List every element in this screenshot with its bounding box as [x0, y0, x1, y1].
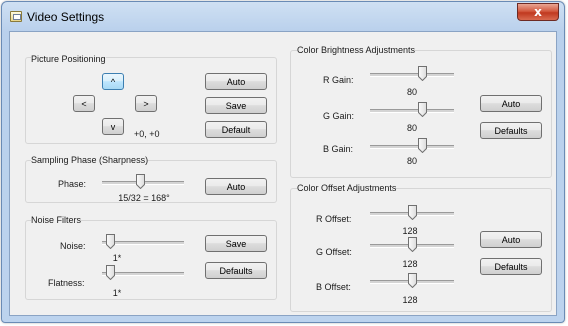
close-icon: x — [534, 5, 542, 19]
noise-label: Noise: — [60, 241, 86, 251]
move-right-button[interactable]: > — [135, 95, 157, 112]
b-gain-slider-thumb[interactable] — [417, 138, 427, 153]
picture-positioning-title: Picture Positioning — [31, 54, 106, 64]
noise-filters-group — [25, 220, 277, 300]
r-gain-slider-thumb[interactable] — [417, 66, 427, 81]
move-up-button[interactable]: ^ — [102, 73, 124, 90]
move-left-button[interactable]: < — [73, 95, 95, 112]
g-gain-label: G Gain: — [323, 111, 355, 121]
phase-auto-button[interactable]: Auto — [205, 178, 267, 195]
phase-label: Phase: — [58, 179, 87, 189]
noise-defaults-button[interactable]: Defaults — [205, 262, 267, 279]
g-gain-value: 80 — [406, 123, 417, 133]
noise-save-button[interactable]: Save — [205, 235, 267, 252]
close-button[interactable]: x — [517, 3, 559, 21]
g-offset-label: G Offset: — [316, 247, 352, 257]
noise-filters-title: Noise Filters — [31, 215, 82, 225]
r-offset-label: R Offset: — [316, 214, 352, 224]
move-down-button[interactable]: v — [102, 118, 124, 135]
phase-value: 15/32 = 168° — [118, 193, 170, 203]
dialog-client-area: Picture Positioning ^ < > v +0, +0 Auto … — [9, 31, 557, 316]
video-settings-app-icon — [10, 11, 22, 22]
positioning-default-button[interactable]: Default — [205, 121, 267, 138]
position-offset-value: +0, +0 — [134, 129, 160, 139]
flatness-value: 1* — [112, 288, 122, 298]
phase-slider-thumb[interactable] — [136, 174, 146, 189]
color-offset-title: Color Offset Adjustments — [297, 183, 397, 193]
r-gain-slider-track — [370, 73, 454, 77]
flatness-slider-thumb[interactable] — [105, 265, 115, 280]
offset-defaults-button[interactable]: Defaults — [480, 258, 542, 275]
title-bar[interactable]: Video Settings x — [2, 2, 564, 32]
positioning-auto-button[interactable]: Auto — [205, 73, 267, 90]
video-settings-window: Video Settings x Picture Positioning ^ <… — [1, 1, 565, 323]
positioning-save-button[interactable]: Save — [205, 97, 267, 114]
r-offset-value: 128 — [402, 226, 418, 236]
flatness-label: Flatness: — [48, 278, 85, 288]
color-brightness-title: Color Brightness Adjustments — [297, 45, 416, 55]
noise-value: 1* — [112, 253, 122, 263]
g-gain-slider-thumb[interactable] — [417, 102, 427, 117]
g-gain-slider-track — [370, 109, 454, 113]
g-offset-slider-thumb[interactable] — [407, 237, 417, 252]
brightness-auto-button[interactable]: Auto — [480, 95, 542, 112]
b-offset-slider-thumb[interactable] — [407, 273, 417, 288]
g-offset-value: 128 — [402, 259, 418, 269]
r-gain-label: R Gain: — [323, 75, 354, 85]
r-gain-value: 80 — [406, 87, 417, 97]
b-gain-value: 80 — [406, 156, 417, 166]
brightness-defaults-button[interactable]: Defaults — [480, 122, 542, 139]
b-gain-label: B Gain: — [323, 144, 354, 154]
b-offset-label: B Offset: — [316, 282, 351, 292]
window-title: Video Settings — [27, 10, 105, 24]
b-offset-value: 128 — [402, 295, 418, 305]
sampling-phase-title: Sampling Phase (Sharpness) — [31, 155, 149, 165]
noise-slider-thumb[interactable] — [105, 234, 115, 249]
offset-auto-button[interactable]: Auto — [480, 231, 542, 248]
b-gain-slider-track — [370, 145, 454, 149]
r-offset-slider-thumb[interactable] — [407, 205, 417, 220]
